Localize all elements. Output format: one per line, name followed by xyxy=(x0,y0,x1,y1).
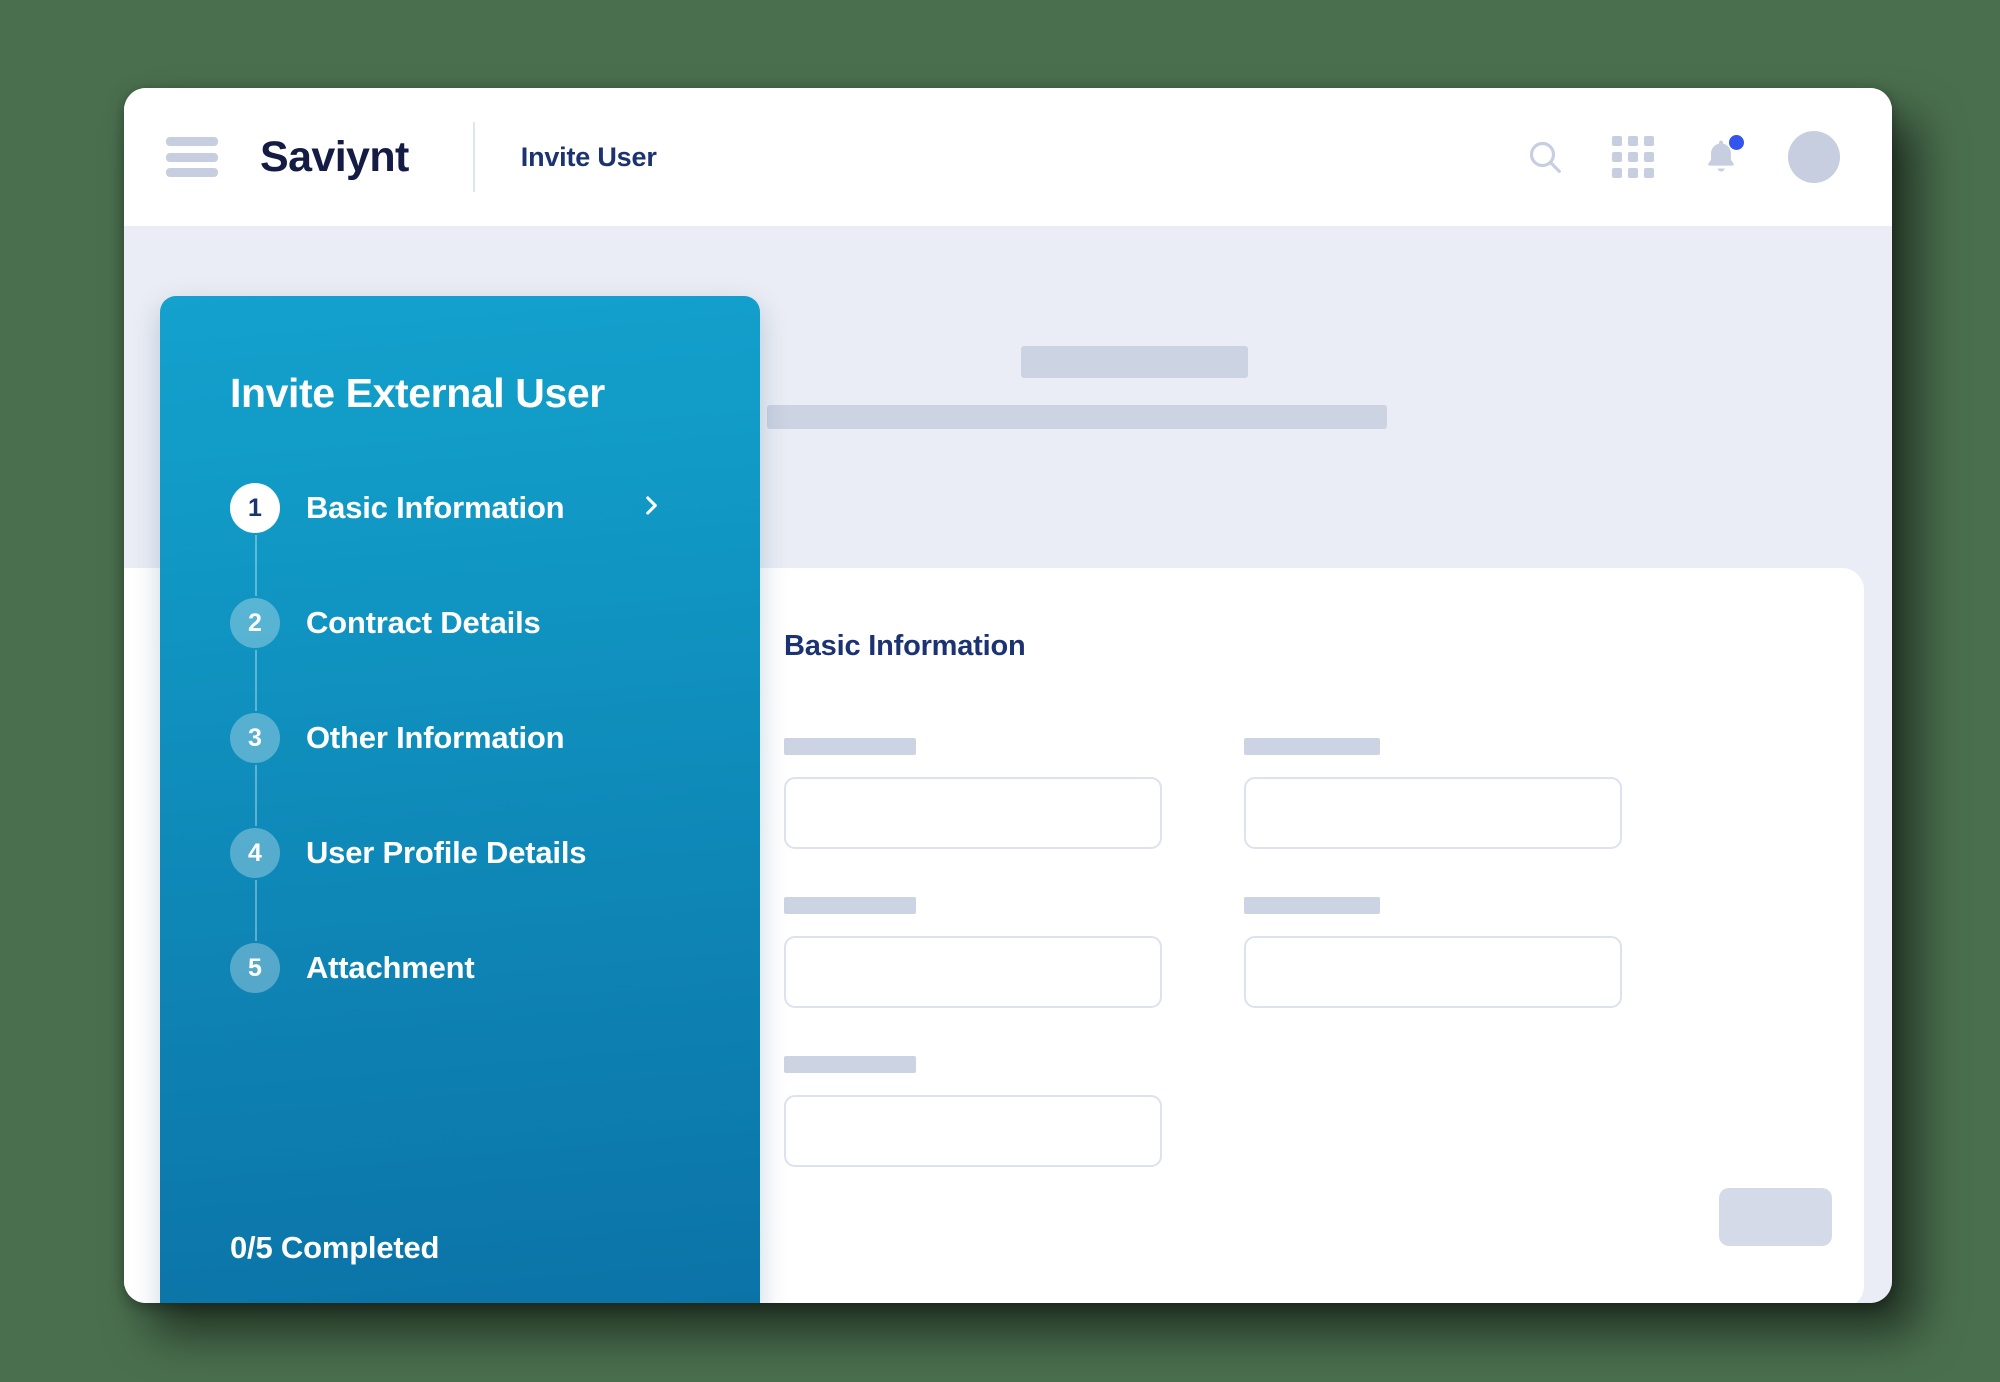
step-label: Contract Details xyxy=(306,605,541,640)
wizard-step-other-information[interactable]: 3 Other Information xyxy=(230,711,760,826)
wizard-step-basic-information[interactable]: 1 Basic Information xyxy=(230,481,760,596)
wizard-title: Invite External User xyxy=(230,370,605,416)
step-number-badge: 4 xyxy=(230,828,280,878)
field-2 xyxy=(1244,738,1622,849)
user-avatar[interactable] xyxy=(1788,131,1840,183)
step-number-badge: 5 xyxy=(230,943,280,993)
field-1 xyxy=(784,738,1162,849)
wizard-progress-label: 0/5 Completed xyxy=(230,1230,440,1265)
top-navigation-bar: Saviynt Invite User xyxy=(124,88,1892,226)
hamburger-bar xyxy=(166,137,218,146)
field-3-label-placeholder xyxy=(784,897,916,914)
grid-dot xyxy=(1644,168,1654,178)
primary-action-button[interactable] xyxy=(1719,1188,1832,1246)
section-title: Basic Information xyxy=(784,630,1026,662)
field-5-label-placeholder xyxy=(784,1056,916,1073)
step-label: Basic Information xyxy=(306,490,565,525)
header-divider xyxy=(472,122,475,192)
step-label: Attachment xyxy=(306,950,475,985)
field-3-input[interactable] xyxy=(784,936,1162,1008)
step-number-badge: 1 xyxy=(230,483,280,533)
grid-dot xyxy=(1612,168,1622,178)
app-window: Saviynt Invite User Basic Information In… xyxy=(124,88,1892,1303)
field-3 xyxy=(784,897,1162,1008)
field-5-input[interactable] xyxy=(784,1095,1162,1167)
brand-logo[interactable]: Saviynt xyxy=(260,133,409,182)
wizard-sidebar: Invite External User 1 Basic Information… xyxy=(160,296,760,1303)
wizard-steps: 1 Basic Information 2 Contract Details 3… xyxy=(160,481,760,995)
wizard-step-contract-details[interactable]: 2 Contract Details xyxy=(230,596,760,711)
step-number-badge: 2 xyxy=(230,598,280,648)
app-body: Basic Information Invite External User 1… xyxy=(124,226,1892,1303)
field-2-label-placeholder xyxy=(1244,738,1380,755)
wizard-step-attachment[interactable]: 5 Attachment xyxy=(230,941,760,995)
field-2-input[interactable] xyxy=(1244,777,1622,849)
grid-dot xyxy=(1628,168,1638,178)
grid-dot xyxy=(1628,136,1638,146)
page-title-placeholder xyxy=(1020,346,1248,378)
hamburger-bar xyxy=(166,168,218,177)
grid-dot xyxy=(1628,152,1638,162)
field-4-input[interactable] xyxy=(1244,936,1622,1008)
field-5 xyxy=(784,1056,1162,1167)
search-icon[interactable] xyxy=(1522,134,1568,180)
field-4-label-placeholder xyxy=(1244,897,1380,914)
step-label: User Profile Details xyxy=(306,835,587,870)
step-number-badge: 3 xyxy=(230,713,280,763)
notification-badge-dot xyxy=(1729,135,1744,150)
page-subtitle-placeholder xyxy=(767,405,1387,429)
field-1-input[interactable] xyxy=(784,777,1162,849)
grid-dot xyxy=(1644,136,1654,146)
notifications-bell-icon[interactable] xyxy=(1698,134,1744,180)
grid-dot xyxy=(1612,152,1622,162)
field-1-label-placeholder xyxy=(784,738,916,755)
step-label: Other Information xyxy=(306,720,565,755)
apps-grid-icon[interactable] xyxy=(1612,136,1654,178)
grid-dot xyxy=(1612,136,1622,146)
hamburger-menu-icon[interactable] xyxy=(166,137,218,177)
wizard-step-user-profile-details[interactable]: 4 User Profile Details xyxy=(230,826,760,941)
topbar-actions xyxy=(1522,131,1840,183)
field-4 xyxy=(1244,897,1622,1008)
breadcrumb: Invite User xyxy=(520,141,657,172)
grid-dot xyxy=(1644,152,1654,162)
hamburger-bar xyxy=(166,152,218,162)
chevron-right-icon xyxy=(638,493,664,524)
page-heading-skeleton xyxy=(767,346,1484,429)
basic-information-form xyxy=(784,738,1864,1167)
